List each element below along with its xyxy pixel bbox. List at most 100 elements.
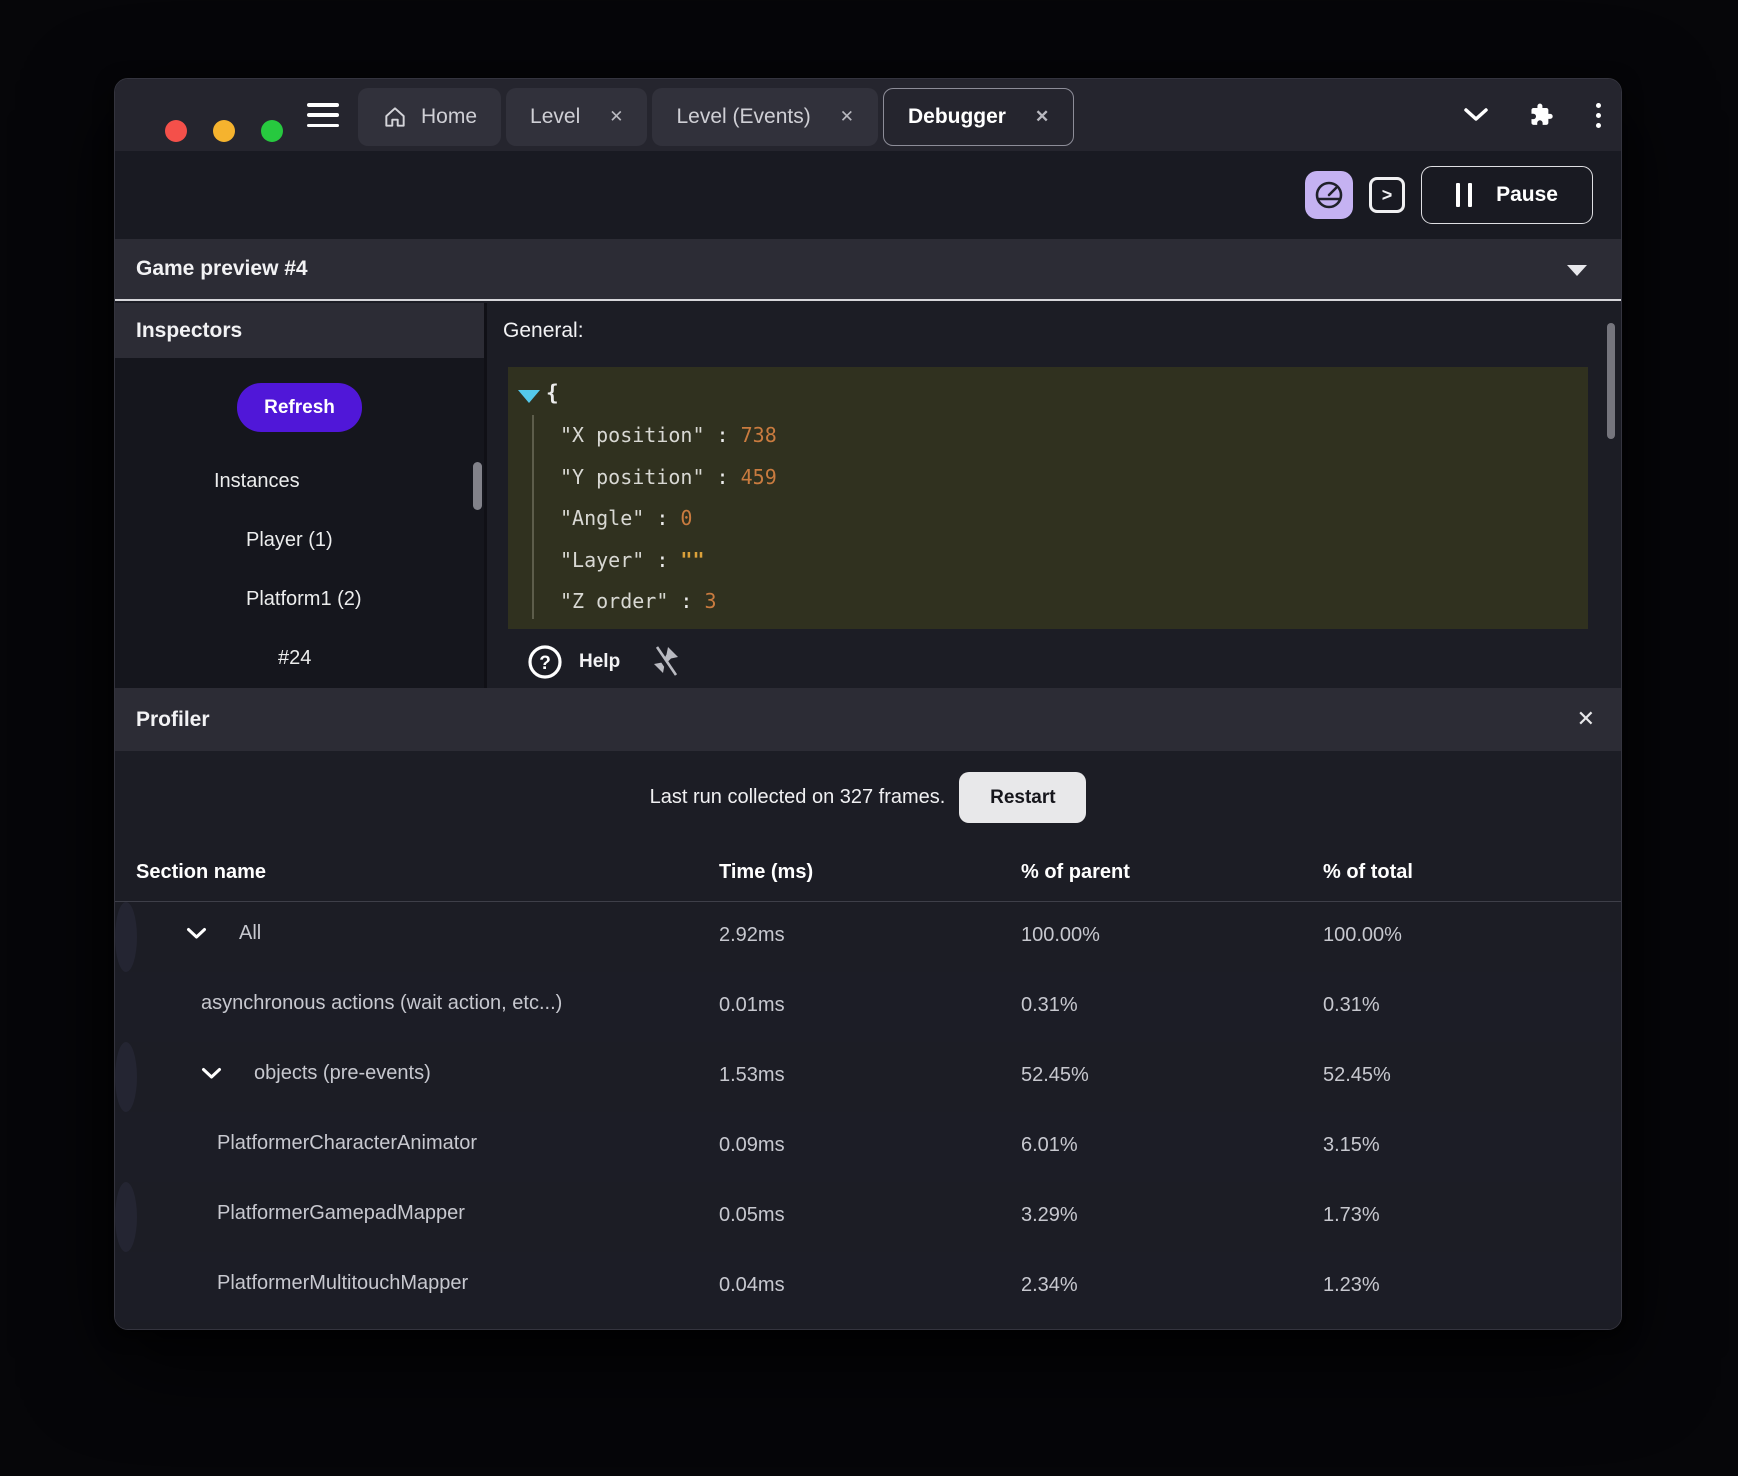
- json-value: 3: [704, 589, 717, 613]
- json-separator: :: [704, 423, 741, 447]
- json-value: 459: [740, 464, 777, 489]
- kebab-menu-icon[interactable]: [1592, 99, 1605, 132]
- profiler-row-asynchronous-actions-wait-action-etc[interactable]: asynchronous actions (wait action, etc..…: [115, 972, 1621, 1042]
- inspector-split: Inspectors Refresh Instances Player (1) Pl…: [115, 303, 1621, 688]
- main-menu-icon[interactable]: [307, 103, 339, 127]
- section-name-cell: asynchronous actions (wait action, etc..…: [136, 992, 562, 1015]
- column-section-name: Section name: [136, 861, 267, 883]
- pause-button[interactable]: Pause: [1421, 166, 1593, 224]
- percent-total-cell: 100.00%: [1323, 924, 1402, 946]
- inspectors-header: Inspectors: [115, 303, 484, 358]
- tab-bar: Home Level ✕ Level (Events) ✕ Debugger ✕: [115, 79, 1621, 151]
- json-value: 738: [740, 423, 777, 447]
- percent-parent-cell: 52.45%: [1021, 1064, 1089, 1086]
- column-percent-total: % of total: [1323, 861, 1413, 883]
- game-preview-header[interactable]: Game preview #4: [115, 239, 1621, 301]
- inspectors-panel: Inspectors Refresh Instances Player (1) Pl…: [115, 303, 487, 688]
- console-icon: >: [1381, 184, 1393, 205]
- pause-icon: [1456, 183, 1473, 207]
- profiler-header: Profiler ✕: [115, 688, 1621, 751]
- tree-item-player-1[interactable]: Player (1): [115, 511, 484, 570]
- json-key: "Layer": [560, 547, 645, 572]
- close-window-button[interactable]: [165, 120, 187, 142]
- profiler-table-header: Section name Time (ms) % of parent % of …: [115, 847, 1621, 901]
- tab-home[interactable]: Home: [358, 88, 502, 146]
- profiler-close-icon[interactable]: ✕: [1577, 704, 1595, 734]
- profiler-title: Profiler: [136, 707, 210, 731]
- section-name-cell: PlatformerMultitouchMapper: [136, 1272, 468, 1295]
- percent-total-cell: 1.23%: [1323, 1274, 1380, 1296]
- tab-close-icon[interactable]: ✕: [609, 107, 623, 127]
- minimize-window-button[interactable]: [213, 120, 235, 142]
- profiler-status-text: Last run collected on 327 frames.: [649, 786, 946, 808]
- section-name-cell: objects (pre-events): [136, 1062, 431, 1085]
- section-name-label: PlatformerCharacterAnimator: [217, 1132, 478, 1154]
- json-entry-angle: "Angle" : 0: [560, 498, 1578, 540]
- tree-item-instances[interactable]: Instances: [115, 452, 484, 511]
- speedometer-icon: [1315, 181, 1343, 209]
- profiler-row-platformergamepadmapper[interactable]: PlatformerGamepadMapper 0.05ms 3.29% 1.73%: [115, 1182, 1380, 1252]
- profiler-row-platformercharacteranimator[interactable]: PlatformerCharacterAnimator 0.09ms 6.01% 3.…: [115, 1112, 1621, 1182]
- tab-level-events[interactable]: Level (Events) ✕: [652, 88, 878, 146]
- section-name-label: PlatformerGamepadMapper: [217, 1202, 465, 1224]
- console-button[interactable]: >: [1369, 177, 1405, 213]
- inspectors-body: Refresh Instances Player (1) Platform1 (2)…: [115, 358, 484, 688]
- json-separator: :: [704, 464, 741, 489]
- json-entry-x-position: "X position" : 738: [560, 415, 1578, 457]
- refresh-button[interactable]: Refresh: [237, 383, 362, 432]
- pause-button-label: Pause: [1496, 183, 1558, 206]
- tab-label: Level (Events): [676, 105, 811, 128]
- restart-button[interactable]: Restart: [959, 772, 1087, 823]
- general-title: General:: [503, 319, 584, 342]
- json-key: "X position": [560, 423, 705, 447]
- section-name-cell: All: [136, 922, 261, 945]
- json-value: 0: [680, 506, 693, 530]
- window-controls: [165, 120, 283, 142]
- json-viewer: { "X position" : 738 "Y position" : 459 "A…: [508, 367, 1588, 629]
- row-chevron-down-icon[interactable]: [201, 1067, 222, 1080]
- row-chevron-down-icon[interactable]: [186, 927, 207, 940]
- maximize-window-button[interactable]: [261, 120, 283, 142]
- section-name-cell: PlatformerGamepadMapper: [136, 1202, 465, 1225]
- section-name-label: asynchronous actions (wait action, etc..…: [201, 992, 563, 1014]
- inspectors-scrollbar-thumb[interactable]: [473, 462, 482, 510]
- percent-parent-cell: 6.01%: [1021, 1134, 1078, 1156]
- time-cell: 0.04ms: [719, 1274, 785, 1296]
- json-value: "": [680, 547, 705, 572]
- help-label[interactable]: Help: [579, 651, 620, 673]
- percent-parent-cell: 3.29%: [1021, 1204, 1078, 1226]
- column-time: Time (ms): [719, 861, 814, 883]
- profiler-rows: All 2.92ms 100.00% 100.00% asynchronous acti…: [115, 902, 1621, 1322]
- profiler-row-all[interactable]: All 2.92ms 100.00% 100.00%: [115, 902, 1402, 972]
- json-entry-y-position: "Y position" : 459: [560, 457, 1578, 499]
- tab-label: Debugger: [907, 105, 1006, 128]
- profiler-row-objects-pre-events[interactable]: objects (pre-events) 1.53ms 52.45% 52.45%: [115, 1042, 1391, 1112]
- general-panel: General: { "X position" : 738 "Y position…: [487, 303, 1621, 688]
- profiler-row-platformermultitouchmapper[interactable]: PlatformerMultitouchMapper 0.04ms 2.34% 1.2…: [115, 1252, 1621, 1322]
- tab-strip: Home Level ✕ Level (Events) ✕ Debugger ✕: [358, 88, 1075, 146]
- profiler-toggle-button[interactable]: [1305, 171, 1353, 219]
- home-icon: [385, 107, 405, 127]
- tab-close-icon[interactable]: ✕: [840, 107, 854, 127]
- instances-tree: Instances Player (1) Platform1 (2) #24: [115, 452, 484, 688]
- general-scrollbar-thumb[interactable]: [1607, 323, 1615, 439]
- percent-total-cell: 3.15%: [1323, 1134, 1380, 1156]
- percent-total-cell: 0.31%: [1323, 994, 1380, 1016]
- time-cell: 1.53ms: [719, 1064, 785, 1086]
- json-separator: :: [668, 589, 705, 613]
- unpin-icon[interactable]: [650, 645, 682, 679]
- extensions-puzzle-icon[interactable]: [1528, 102, 1554, 128]
- time-cell: 0.01ms: [719, 994, 785, 1016]
- percent-parent-cell: 2.34%: [1021, 1274, 1078, 1296]
- collapse-caret-icon[interactable]: [1567, 265, 1587, 276]
- json-key: "Angle": [560, 506, 645, 530]
- help-icon[interactable]: ?: [527, 644, 563, 680]
- tree-item-24[interactable]: #24: [115, 629, 484, 688]
- tab-debugger[interactable]: Debugger ✕: [882, 88, 1075, 146]
- chevron-down-icon[interactable]: [1462, 106, 1490, 124]
- tab-level[interactable]: Level ✕: [506, 88, 648, 146]
- game-preview-title: Game preview #4: [136, 257, 308, 280]
- expand-triangle-icon[interactable]: [518, 390, 540, 403]
- tab-close-icon[interactable]: ✕: [1035, 107, 1049, 127]
- tree-item-platform1-2[interactable]: Platform1 (2): [115, 570, 484, 629]
